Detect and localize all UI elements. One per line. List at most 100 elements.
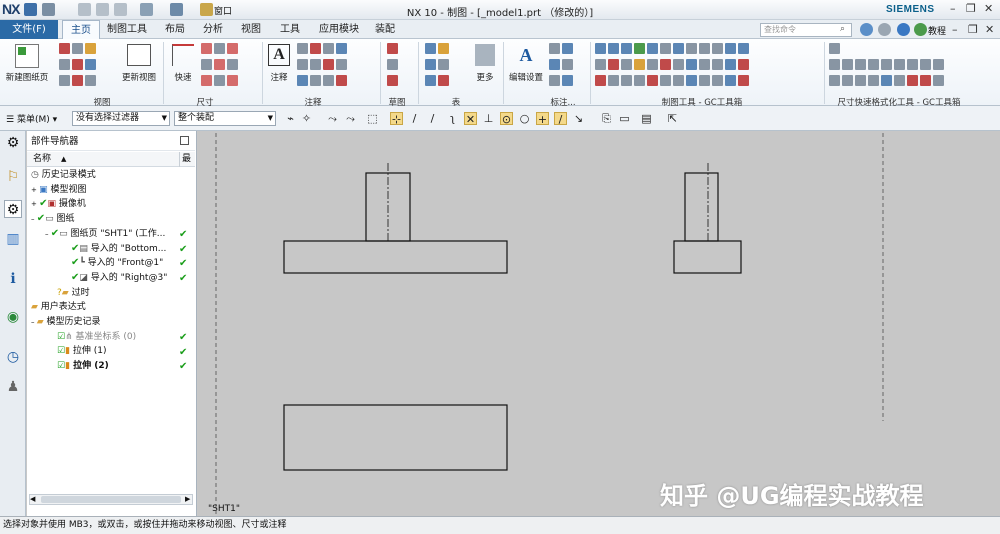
main-menu-button[interactable]: ☰ 菜单(M) ▾ [6,112,57,125]
folder-icon: ▰ [36,317,47,327]
close-icon[interactable]: ✕ [984,2,993,15]
maximize-icon[interactable] [180,136,189,145]
settings-icon[interactable] [860,23,873,36]
help-icon[interactable] [897,23,910,36]
web-browser-icon[interactable]: ◉ [4,308,22,326]
tree-row-view-bottom[interactable]: ✔▤ 导入的 "Bottom... [71,242,166,257]
history-icon[interactable]: ◷ [4,348,22,366]
bottom-view[interactable] [283,404,508,471]
show-hide-icon[interactable]: ⇱ [666,112,679,125]
scope-dropdown[interactable]: 整个装配 ▼ [174,111,276,126]
new-sheet-button[interactable]: 新建图纸页 [5,44,49,83]
note-button[interactable]: A 注释 [266,44,292,83]
tab-assemblies[interactable]: 装配 [368,20,402,39]
column-latest[interactable]: 最 [179,152,191,167]
expand-icon[interactable]: + [31,186,39,194]
tree-row-drawings[interactable]: – ✔▭ 图纸 [31,212,75,227]
part-navigator-icon[interactable]: ⚙ [4,200,22,218]
tab-drafting-tools[interactable]: 制图工具 [104,20,150,39]
quadrant-icon[interactable]: ○ [518,112,531,125]
snap-enable-icon[interactable]: ⊹ [390,112,403,126]
search-icon[interactable]: ⌕ [840,24,845,34]
tree-row-cameras[interactable]: + ✔▣ 摄像机 [31,197,86,212]
center-icon[interactable]: ⊙ [500,112,513,126]
edit-settings-label: 编辑设置 [508,73,543,83]
tree-row-datum-csys[interactable]: ☑⋔ 基准坐标系 (0) [57,330,136,345]
layer-icon[interactable]: ▤ [640,112,653,125]
roles-icon[interactable]: ♟ [4,378,22,396]
point-on-curve-icon[interactable]: + [536,112,549,126]
sort-icon[interactable]: ▲ [61,152,66,167]
deselect-icon[interactable]: ⤳ [344,112,357,125]
minimize-icon[interactable]: – [950,2,956,15]
tree-row-extrude-1[interactable]: ☑▮ 拉伸 (1) [57,344,107,359]
quick-dimension-icon [172,44,194,66]
tab-tools[interactable]: 工具 [272,20,308,39]
checkbox-checked-icon[interactable]: ☑ [57,346,65,356]
type-filter-dropdown[interactable]: 没有选择过滤器 ▼ [72,111,170,126]
tab-applications[interactable]: 应用模块 [312,20,366,39]
front-view[interactable] [283,163,508,274]
ribbon-minimize-icon[interactable]: – [952,23,958,36]
bounded-icon[interactable]: ↘ [572,112,585,125]
latest-check-icon: ✔ [179,332,188,343]
tree-row-user-expressions[interactable]: ▰ 用户表达式 [31,300,86,315]
divider [418,42,419,104]
display-sheet-icon[interactable]: ▭ [618,112,631,125]
tree-row-view-right[interactable]: ✔◪ 导入的 "Right@3" [71,271,167,286]
divider [163,42,164,104]
more-button[interactable]: 更多 [472,44,498,83]
drawing-sheet[interactable] [198,131,1000,516]
command-search-input[interactable]: 查找命令 [760,23,852,37]
drawing-canvas[interactable] [198,131,1000,516]
tab-layout[interactable]: 布局 [155,20,195,39]
point-on-face-icon[interactable]: / [554,112,567,126]
tab-home[interactable]: 主页 [62,20,100,39]
select-icon[interactable]: ✧ [300,112,313,125]
tree-row-extrude-2[interactable]: ☑▮ 拉伸 (2) [57,359,109,374]
scroll-right-icon[interactable]: ▶ [185,495,190,503]
update-view-button[interactable]: 更新视图 [120,44,158,83]
tab-view[interactable]: 视图 [233,20,269,39]
info-icon[interactable]: ℹ [4,270,22,288]
right-view[interactable] [673,163,742,274]
tutorial-label[interactable]: 教程 [928,24,946,37]
intersection-icon[interactable]: ✕ [464,112,477,126]
endpoint-icon[interactable]: / [408,112,421,125]
snap-icon[interactable]: ⌁ [284,112,297,125]
row-label: 图纸页 "SHT1" (工作... [70,228,166,239]
resource-settings-icon[interactable]: ⚙ [4,134,22,152]
arc-center-icon[interactable]: ⊥ [482,112,495,125]
check-icon[interactable]: ✔ [51,228,59,239]
checkbox-checked-icon[interactable]: ☑ [57,361,65,371]
tree-row-out-of-date[interactable]: ?▰ 过时 [57,286,90,301]
reuse-library-icon[interactable]: ▥ [4,230,22,248]
restore-icon[interactable]: ❐ [966,2,976,15]
select-all-icon[interactable]: ⤳ [326,112,339,125]
scrollbar-thumb[interactable] [41,496,181,503]
grid-icon[interactable] [878,23,891,36]
tutorial-icon[interactable] [914,23,927,36]
control-point-icon[interactable]: ʅ [446,112,459,125]
tree-row-sheet-sht1[interactable]: – ✔▭ 图纸页 "SHT1" (工作... [45,227,165,242]
rectangle-select-icon[interactable]: ⬚ [366,112,379,125]
scroll-left-icon[interactable]: ◀ [30,495,35,503]
column-name[interactable]: 名称 [33,152,51,167]
tree-row-model-history[interactable]: – ▰ 模型历史记录 [31,315,101,330]
tab-analysis[interactable]: 分析 [196,20,230,39]
view-tool-icon[interactable]: ⎘ [600,112,613,125]
tree-row-view-front[interactable]: ✔┗ 导入的 "Front@1" [71,256,163,271]
assembly-navigator-icon[interactable]: ⚐ [4,168,22,186]
quick-dimension-button[interactable]: 快速 [168,44,198,83]
expand-icon[interactable]: + [31,200,39,208]
edit-settings-button[interactable]: A 编辑设置 [506,44,546,83]
checkbox-checked-icon[interactable]: ☑ [57,332,65,342]
annotation-icons [296,42,376,90]
ribbon-close-icon[interactable]: ✕ [985,23,994,36]
ribbon-restore-icon[interactable]: ❐ [968,23,978,36]
file-menu[interactable]: 文件(F) [0,20,58,39]
midpoint-icon[interactable]: / [426,112,439,125]
tree-row-history-mode[interactable]: ◷ 历史记录模式 [31,168,96,183]
check-icon[interactable]: ✔ [37,213,45,224]
tree-row-model-views[interactable]: + ▣ 模型视图 [31,183,86,198]
